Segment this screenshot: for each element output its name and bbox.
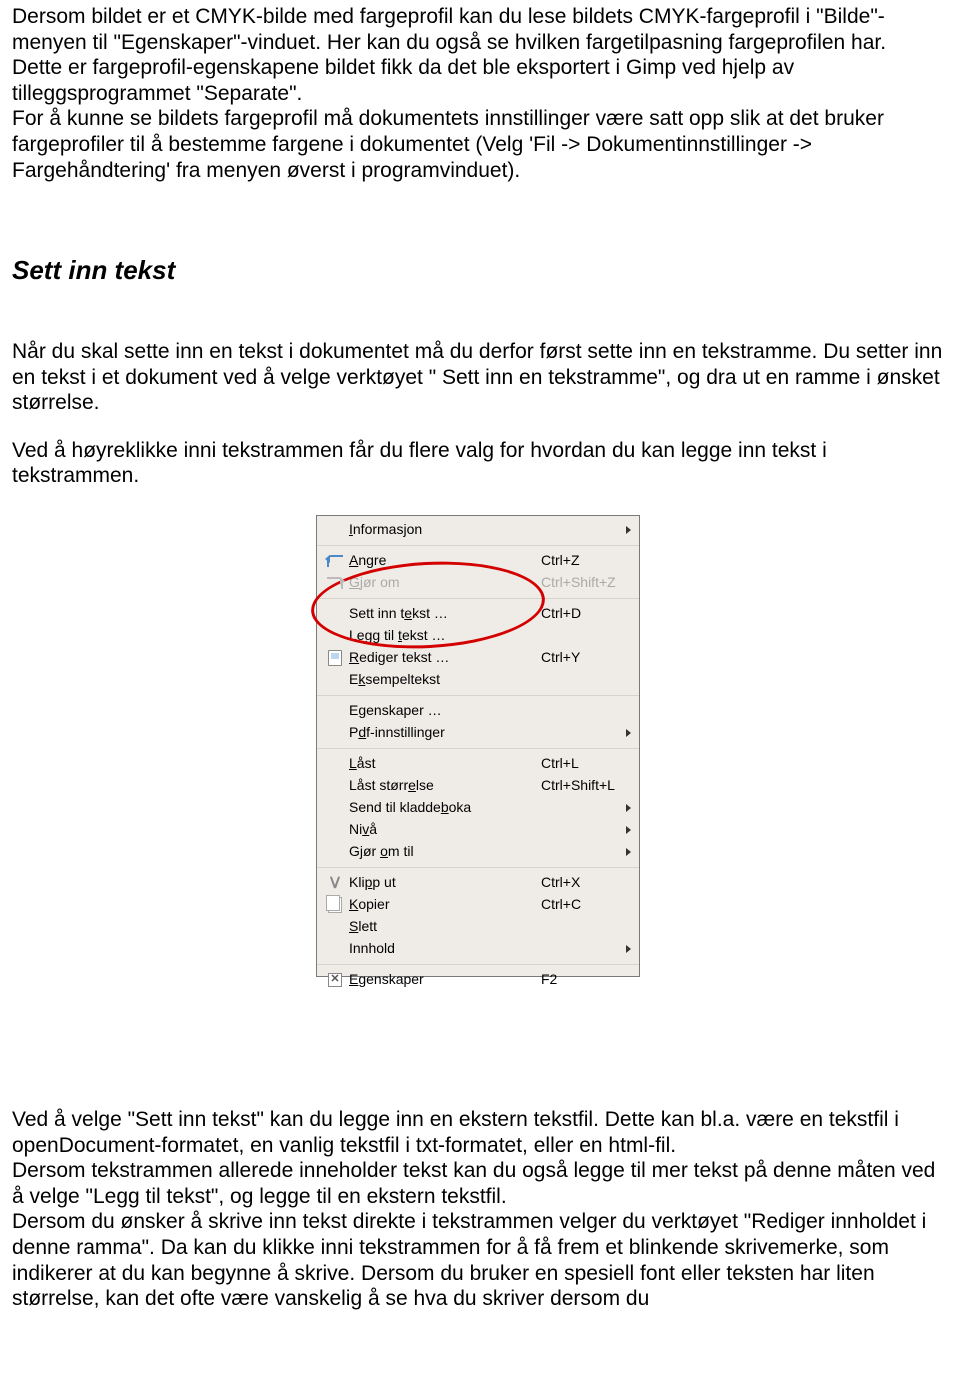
icon-slot-empty [325, 703, 345, 719]
menu-item-label: Egenskaper [349, 971, 541, 988]
icon-slot-empty [325, 756, 345, 772]
menu-item[interactable]: KopierCtrl+C [317, 894, 639, 916]
menu-item[interactable]: Låst størrelseCtrl+Shift+L [317, 775, 639, 797]
undo-icon-slot [325, 553, 345, 569]
heading-sett-inn-tekst: Sett inn tekst [12, 255, 944, 287]
paragraph-2: Dette er fargeprofil-egenskapene bildet … [12, 55, 944, 106]
doc-icon [328, 650, 342, 666]
submenu-arrow-icon [626, 848, 631, 856]
copy-icon [328, 897, 342, 913]
menu-item-label: Innhold [349, 940, 536, 957]
paragraph-6a: Ved å velge "Sett inn tekst" kan du legg… [12, 1107, 944, 1158]
x-icon: ✕ [328, 973, 342, 987]
icon-slot-empty [325, 844, 345, 860]
icon-slot-empty [325, 628, 345, 644]
icon-slot-empty [325, 522, 345, 538]
menu-item-shortcut: Ctrl+L [541, 755, 631, 772]
paragraph-1: Dersom bildet er et CMYK-bilde med farge… [12, 4, 944, 55]
menu-item-shortcut: Ctrl+Z [541, 552, 631, 569]
submenu-arrow-icon [626, 826, 631, 834]
icon-slot-empty [325, 725, 345, 741]
copy-icon-slot [325, 897, 345, 913]
menu-item[interactable]: Rediger tekst …Ctrl+Y [317, 647, 639, 669]
menu-item-label: Legg til tekst … [349, 627, 541, 644]
context-menu: InformasjonAngreCtrl+ZGjør omCtrl+Shift+… [316, 515, 640, 977]
icon-slot-empty [325, 606, 345, 622]
menu-item[interactable]: Innhold [317, 938, 639, 960]
menu-item[interactable]: Eksempeltekst [317, 669, 639, 691]
menu-item-label: Informasjon [349, 521, 536, 538]
menu-item-label: Gjør om til [349, 843, 536, 860]
menu-item-shortcut: Ctrl+Y [541, 649, 631, 666]
menu-item-shortcut: Ctrl+C [541, 896, 631, 913]
menu-item-label: Rediger tekst … [349, 649, 541, 666]
menu-item-label: Nivå [349, 821, 536, 838]
menu-separator [317, 598, 639, 599]
menu-separator [317, 748, 639, 749]
menu-item[interactable]: Send til kladdeboka [317, 797, 639, 819]
menu-item[interactable]: AngreCtrl+Z [317, 550, 639, 572]
menu-item[interactable]: Klipp utCtrl+X [317, 872, 639, 894]
menu-item-shortcut: Ctrl+X [541, 874, 631, 891]
menu-separator [317, 867, 639, 868]
icon-slot-empty [325, 822, 345, 838]
menu-item-label: Gjør om [349, 574, 541, 591]
menu-item[interactable]: Pdf-innstillinger [317, 722, 639, 744]
menu-item-shortcut: F2 [541, 971, 631, 988]
submenu-arrow-icon [626, 526, 631, 534]
icon-slot-empty [325, 919, 345, 935]
menu-item-label: Kopier [349, 896, 541, 913]
menu-item[interactable]: Informasjon [317, 519, 639, 541]
menu-item[interactable]: Nivå [317, 819, 639, 841]
menu-item-label: Slett [349, 918, 541, 935]
menu-item-shortcut: Ctrl+Shift+Z [541, 574, 631, 591]
menu-item-label: Sett inn tekst … [349, 605, 541, 622]
menu-item-label: Angre [349, 552, 541, 569]
menu-item-label: Låst [349, 755, 541, 772]
menu-item[interactable]: LåstCtrl+L [317, 753, 639, 775]
cut-icon-slot [325, 875, 345, 891]
menu-item-shortcut: Ctrl+D [541, 605, 631, 622]
menu-item[interactable]: ✕ EgenskaperF2 [317, 969, 639, 991]
menu-item[interactable]: Legg til tekst … [317, 625, 639, 647]
paragraph-5: Ved å høyreklikke inni tekstrammen får d… [12, 438, 944, 489]
menu-item[interactable]: Slett [317, 916, 639, 938]
paragraph-6c: Dersom du ønsker å skrive inn tekst dire… [12, 1209, 944, 1311]
submenu-arrow-icon [626, 945, 631, 953]
menu-item-label: Låst størrelse [349, 777, 541, 794]
menu-item[interactable]: Egenskaper … [317, 700, 639, 722]
menu-separator [317, 545, 639, 546]
paragraph-4: Når du skal sette inn en tekst i dokumen… [12, 339, 944, 416]
redo-icon [327, 577, 343, 589]
menu-item[interactable]: Gjør om til [317, 841, 639, 863]
paragraph-3: For å kunne se bildets fargeprofil må do… [12, 106, 944, 183]
submenu-arrow-icon [626, 804, 631, 812]
undo-icon [327, 555, 343, 567]
submenu-arrow-icon [626, 729, 631, 737]
paragraph-6b: Dersom tekstrammen allerede inneholder t… [12, 1158, 944, 1209]
menu-item-label: Eksempeltekst [349, 671, 541, 688]
cut-icon [328, 876, 342, 890]
icon-slot-empty [325, 800, 345, 816]
redo-icon-slot [325, 575, 345, 591]
menu-separator [317, 695, 639, 696]
icon-slot-empty [325, 778, 345, 794]
menu-item-label: Send til kladdeboka [349, 799, 536, 816]
menu-item[interactable]: Sett inn tekst …Ctrl+D [317, 603, 639, 625]
x-icon-slot: ✕ [325, 972, 345, 988]
icon-slot-empty [325, 672, 345, 688]
menu-item-label: Egenskaper … [349, 702, 541, 719]
menu-separator [317, 964, 639, 965]
menu-item-label: Pdf-innstillinger [349, 724, 536, 741]
doc-icon-slot [325, 650, 345, 666]
menu-item-label: Klipp ut [349, 874, 541, 891]
menu-item: Gjør omCtrl+Shift+Z [317, 572, 639, 594]
menu-item-shortcut: Ctrl+Shift+L [541, 777, 631, 794]
icon-slot-empty [325, 941, 345, 957]
